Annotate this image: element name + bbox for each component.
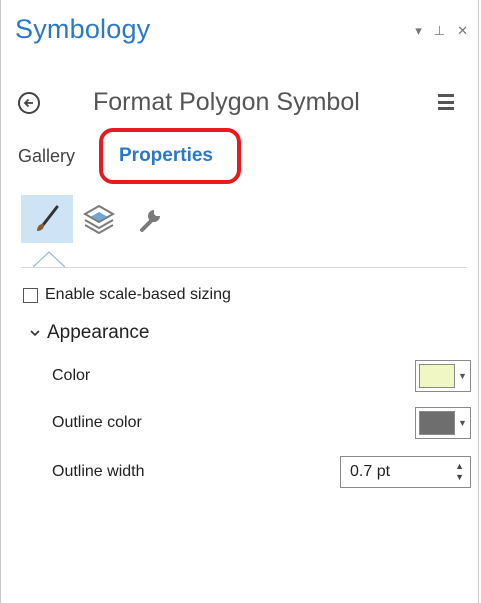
wrench-icon[interactable]	[125, 195, 177, 243]
scale-sizing-option: Enable scale-based sizing	[23, 286, 231, 304]
appearance-section-header[interactable]: Appearance	[29, 322, 149, 344]
pin-icon[interactable]: ⊥	[434, 24, 445, 37]
red-highlight-annotation	[99, 128, 241, 184]
outline-width-label: Outline width	[52, 463, 145, 480]
outline-color-dropdown-arrow-icon: ▼	[458, 418, 467, 428]
appearance-label: Appearance	[47, 322, 150, 343]
pane-title: Symbology	[15, 14, 151, 44]
scale-sizing-label[interactable]: Enable scale-based sizing	[45, 286, 231, 304]
pane-controls: ▾ ⊥ ✕	[415, 24, 468, 37]
outline-color-label: Outline color	[52, 414, 142, 431]
outline-width-value[interactable]: 0.7 pt	[350, 463, 390, 481]
symbol-property-toolbar	[21, 195, 177, 243]
chevron-down-icon	[30, 330, 40, 337]
color-swatch	[419, 364, 455, 388]
layers-icon[interactable]	[73, 195, 125, 243]
back-arrow-icon[interactable]	[18, 92, 40, 114]
close-icon[interactable]: ✕	[457, 24, 468, 37]
outline-color-picker[interactable]: ▼	[415, 407, 471, 439]
color-picker[interactable]: ▼	[415, 360, 471, 392]
toolbar-divider	[21, 267, 467, 268]
pane-options-dropdown-icon[interactable]: ▾	[415, 24, 422, 37]
scale-sizing-checkbox[interactable]	[23, 287, 38, 303]
paintbrush-icon[interactable]	[21, 195, 73, 243]
outline-color-swatch	[419, 411, 455, 435]
format-symbol-title: Format Polygon Symbol	[93, 88, 360, 116]
color-dropdown-arrow-icon: ▼	[458, 371, 467, 381]
outline-width-spinner[interactable]: 0.7 pt ▲ ▼	[340, 456, 471, 488]
tab-gallery[interactable]: Gallery	[18, 146, 75, 167]
active-section-caret	[32, 250, 66, 273]
color-label: Color	[52, 367, 91, 384]
hamburger-menu-icon[interactable]	[438, 94, 454, 110]
decrement-arrow-icon[interactable]: ▼	[455, 473, 464, 482]
increment-arrow-icon[interactable]: ▲	[455, 462, 464, 471]
symbology-pane: Symbology ▾ ⊥ ✕ Format Polygon Symbol Ga…	[0, 0, 479, 603]
